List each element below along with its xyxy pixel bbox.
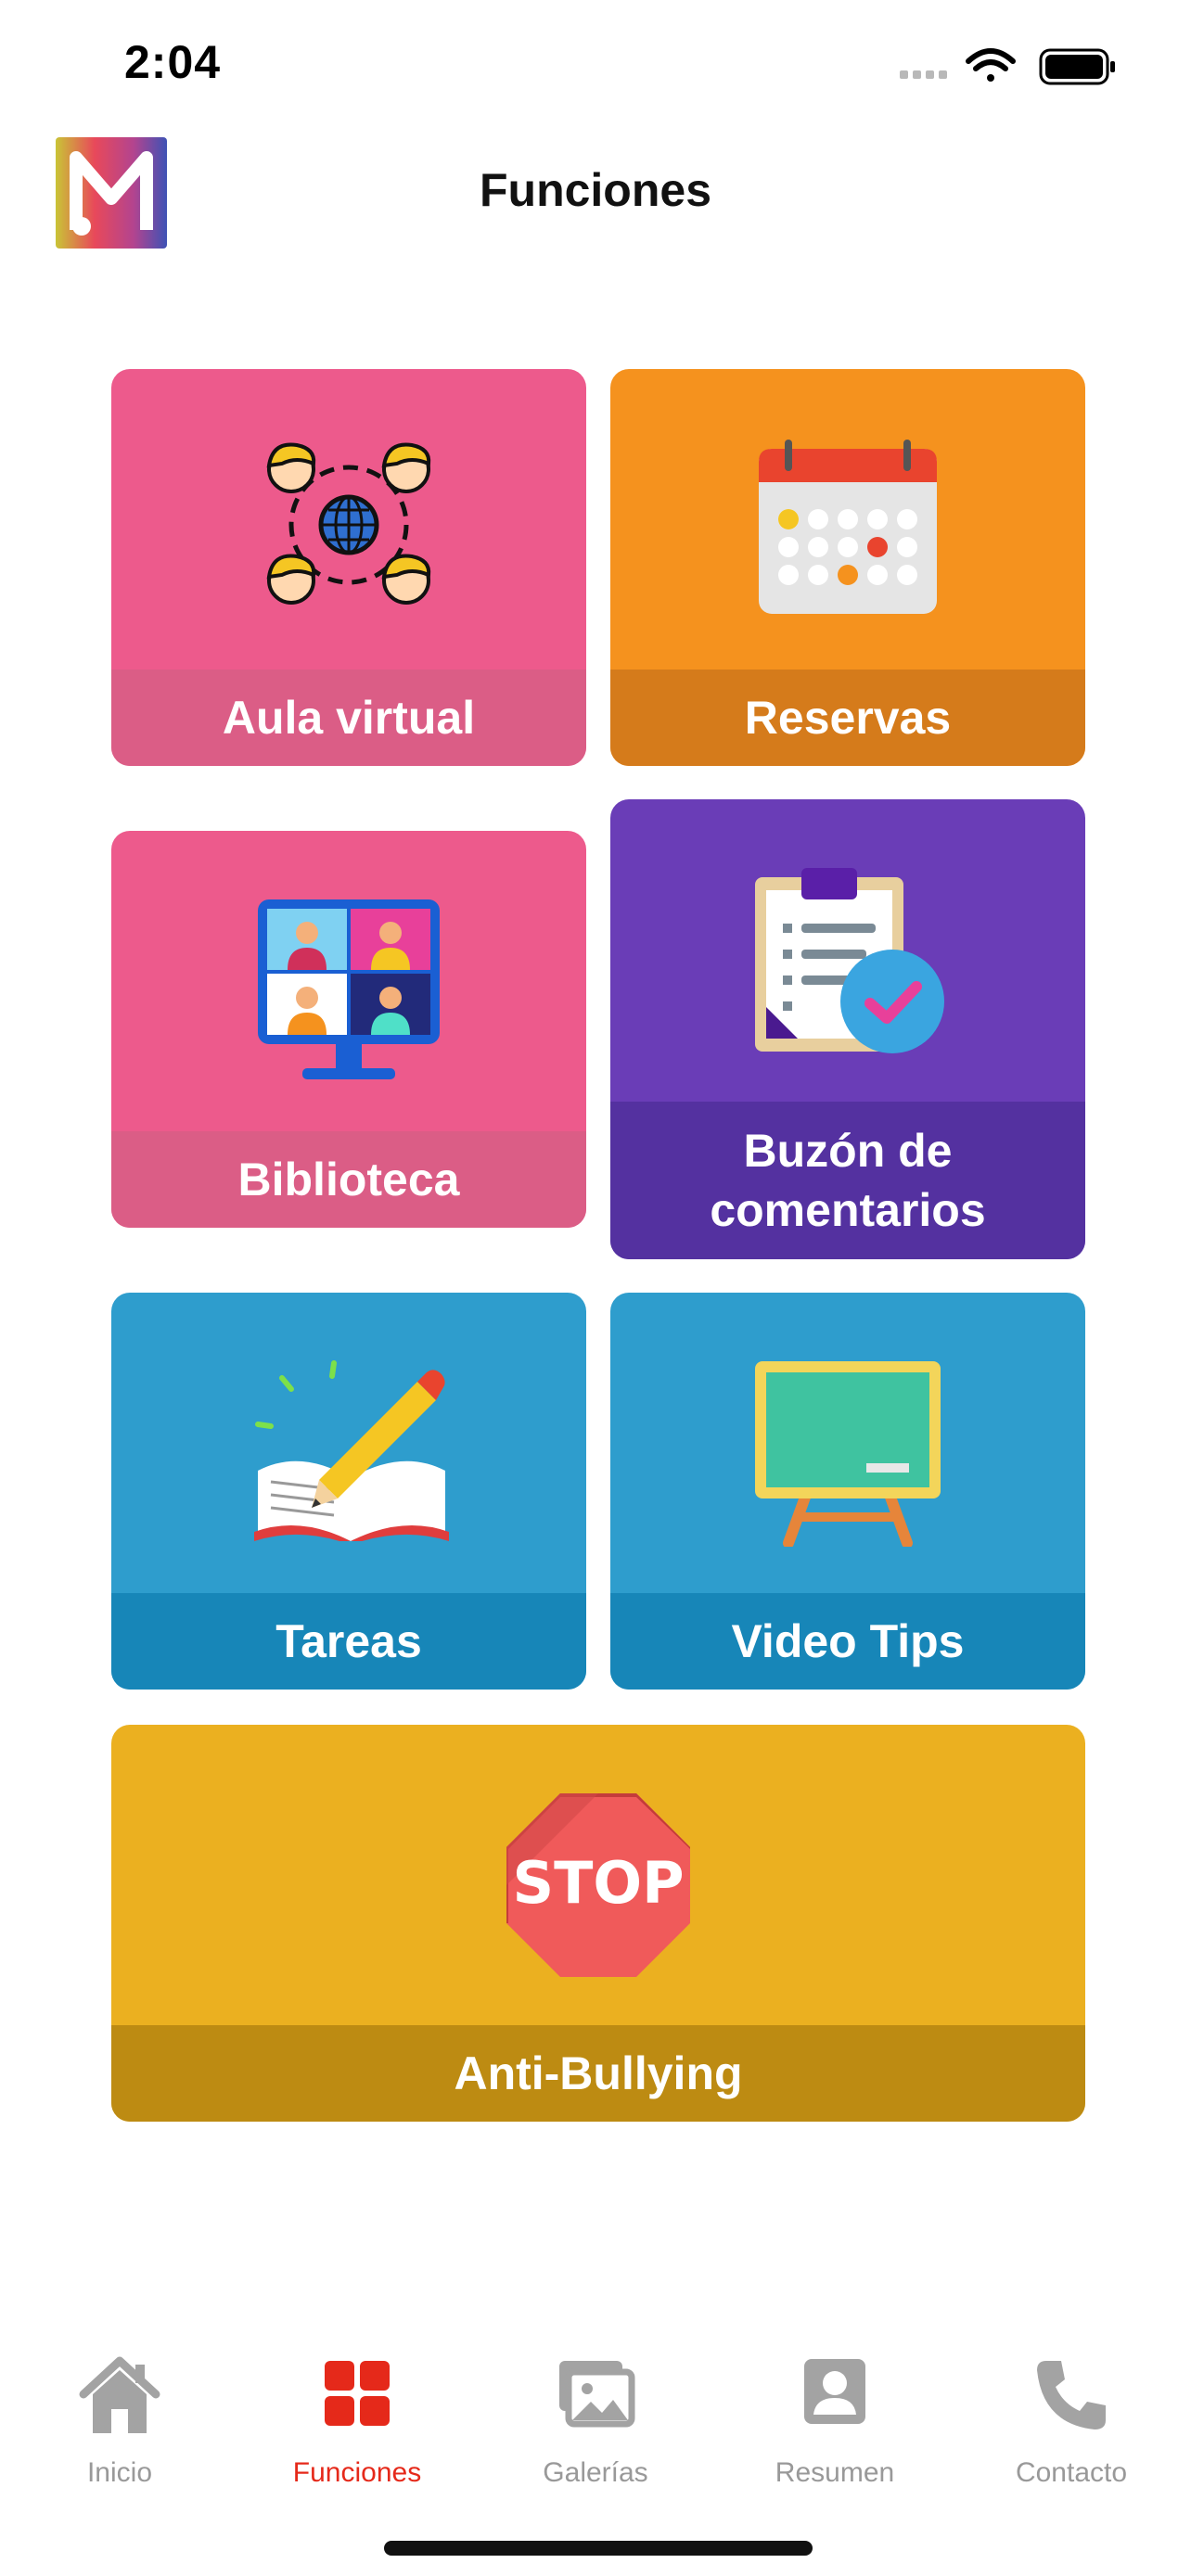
tab-label: Contacto	[1015, 2457, 1128, 2488]
tile-anti-bullying[interactable]: STOP Anti-Bullying	[111, 1725, 1085, 2122]
tab-label: Resumen	[775, 2457, 895, 2488]
tab-label: Funciones	[292, 2457, 422, 2488]
status-time: 2:04	[124, 36, 222, 88]
tab-inicio[interactable]: Inicio	[13, 2355, 226, 2494]
virtual-classroom-icon	[266, 442, 431, 605]
wifi-icon	[966, 48, 1016, 82]
tile-label: Biblioteca	[111, 1131, 586, 1228]
tile-label-line2: comentarios	[710, 1184, 986, 1236]
phone-icon	[1037, 2361, 1106, 2429]
profile-icon	[804, 2359, 865, 2424]
tile-biblioteca[interactable]: Biblioteca	[111, 831, 586, 1228]
tab-label: Galerías	[543, 2457, 648, 2488]
tile-label: Video Tips	[610, 1593, 1085, 1690]
gallery-icon	[559, 2361, 635, 2428]
chalkboard-icon	[755, 1361, 941, 1547]
tile-tareas[interactable]: Tareas	[111, 1293, 586, 1690]
tab-contacto[interactable]: Contacto	[965, 2355, 1178, 2494]
tile-buzon-comentarios[interactable]: Buzón de comentarios	[610, 799, 1085, 1259]
tile-aula-virtual[interactable]: Aula virtual	[111, 369, 586, 766]
tile-video-tips[interactable]: Video Tips	[610, 1293, 1085, 1690]
stop-sign-icon: STOP	[506, 1793, 690, 1977]
tile-label: Anti-Bullying	[111, 2025, 1085, 2122]
tab-resumen[interactable]: Resumen	[728, 2355, 941, 2494]
tile-label: Reservas	[610, 670, 1085, 766]
tile-label: Tareas	[111, 1593, 586, 1690]
home-icon	[79, 2356, 160, 2433]
signal-icon	[900, 70, 947, 79]
tab-galerias[interactable]: Galerías	[489, 2355, 702, 2494]
tile-label: Aula virtual	[111, 670, 586, 766]
battery-icon	[1039, 48, 1115, 85]
tab-funciones[interactable]: Funciones	[250, 2355, 464, 2494]
page-title: Funciones	[479, 164, 712, 216]
calendar-icon	[759, 440, 937, 614]
status-icons	[900, 48, 1115, 85]
book-pencil-icon	[254, 1360, 449, 1541]
tile-label-line1: Buzón de	[743, 1125, 953, 1177]
video-conference-icon	[258, 899, 440, 1079]
tile-reservas[interactable]: Reservas	[610, 369, 1085, 766]
tab-label: Inicio	[86, 2457, 153, 2488]
stop-sign-text: STOP	[512, 1849, 684, 1917]
clipboard-check-icon	[755, 868, 944, 1053]
grid-icon	[325, 2361, 390, 2426]
home-indicator[interactable]	[384, 2541, 813, 2556]
tile-label: Buzón de comentarios	[610, 1102, 1085, 1259]
